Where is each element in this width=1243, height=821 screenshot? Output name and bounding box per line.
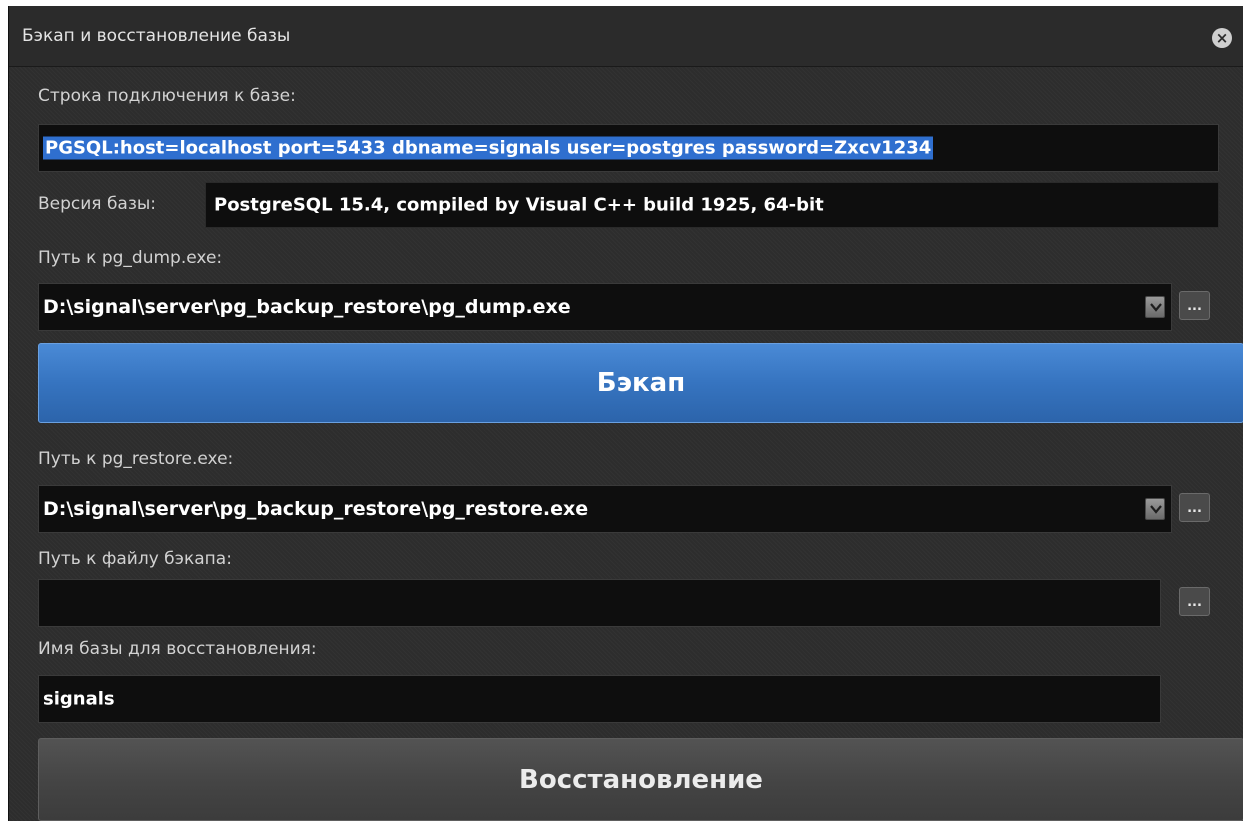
backup-restore-dialog: Бэкап и восстановление базы × Строка под… bbox=[8, 6, 1243, 821]
pg-dump-path-label: Путь к pg_dump.exe: bbox=[38, 248, 223, 268]
pg-restore-browse-button[interactable]: ... bbox=[1179, 493, 1210, 522]
pg-restore-dropdown-button[interactable] bbox=[1145, 498, 1165, 520]
db-version-field: PostgreSQL 15.4, compiled by Visual C++ … bbox=[205, 182, 1219, 228]
backup-file-path-label: Путь к файлу бэкапа: bbox=[38, 549, 232, 569]
pg-dump-browse-button[interactable]: ... bbox=[1179, 291, 1210, 320]
chevron-down-icon bbox=[1150, 303, 1162, 312]
db-version-label: Версия базы: bbox=[38, 194, 157, 214]
pg-restore-path-select[interactable]: D:\signal\server\pg_backup_restore\pg_re… bbox=[38, 485, 1172, 533]
pg-dump-dropdown-button[interactable] bbox=[1145, 296, 1165, 318]
backup-file-path-input[interactable] bbox=[38, 579, 1161, 627]
backup-button[interactable]: Бэкап bbox=[38, 343, 1243, 423]
db-version-value: PostgreSQL 15.4, compiled by Visual C++ … bbox=[214, 194, 824, 216]
backup-file-browse-button[interactable]: ... bbox=[1179, 587, 1210, 616]
restore-button[interactable]: Восстановление bbox=[38, 738, 1243, 821]
chevron-down-icon bbox=[1150, 505, 1162, 514]
close-button[interactable]: × bbox=[1212, 28, 1232, 48]
restore-db-name-input[interactable]: signals bbox=[38, 675, 1161, 723]
close-icon: × bbox=[1215, 29, 1229, 47]
connection-string-label: Строка подключения к базе: bbox=[38, 86, 296, 106]
title-bar: Бэкап и восстановление базы × bbox=[9, 6, 1243, 67]
connection-string-input[interactable]: PGSQL:host=localhost port=5433 dbname=si… bbox=[38, 124, 1219, 172]
connection-string-value: PGSQL:host=localhost port=5433 dbname=si… bbox=[43, 136, 934, 160]
pg-dump-path-select[interactable]: D:\signal\server\pg_backup_restore\pg_du… bbox=[38, 283, 1172, 331]
pg-restore-path-value: D:\signal\server\pg_backup_restore\pg_re… bbox=[43, 498, 589, 520]
pg-dump-path-value: D:\signal\server\pg_backup_restore\pg_du… bbox=[43, 296, 571, 318]
window-title: Бэкап и восстановление базы bbox=[22, 26, 291, 46]
restore-db-name-label: Имя базы для восстановления: bbox=[38, 639, 317, 659]
pg-restore-path-label: Путь к pg_restore.exe: bbox=[38, 449, 234, 469]
restore-db-name-value: signals bbox=[43, 688, 115, 710]
